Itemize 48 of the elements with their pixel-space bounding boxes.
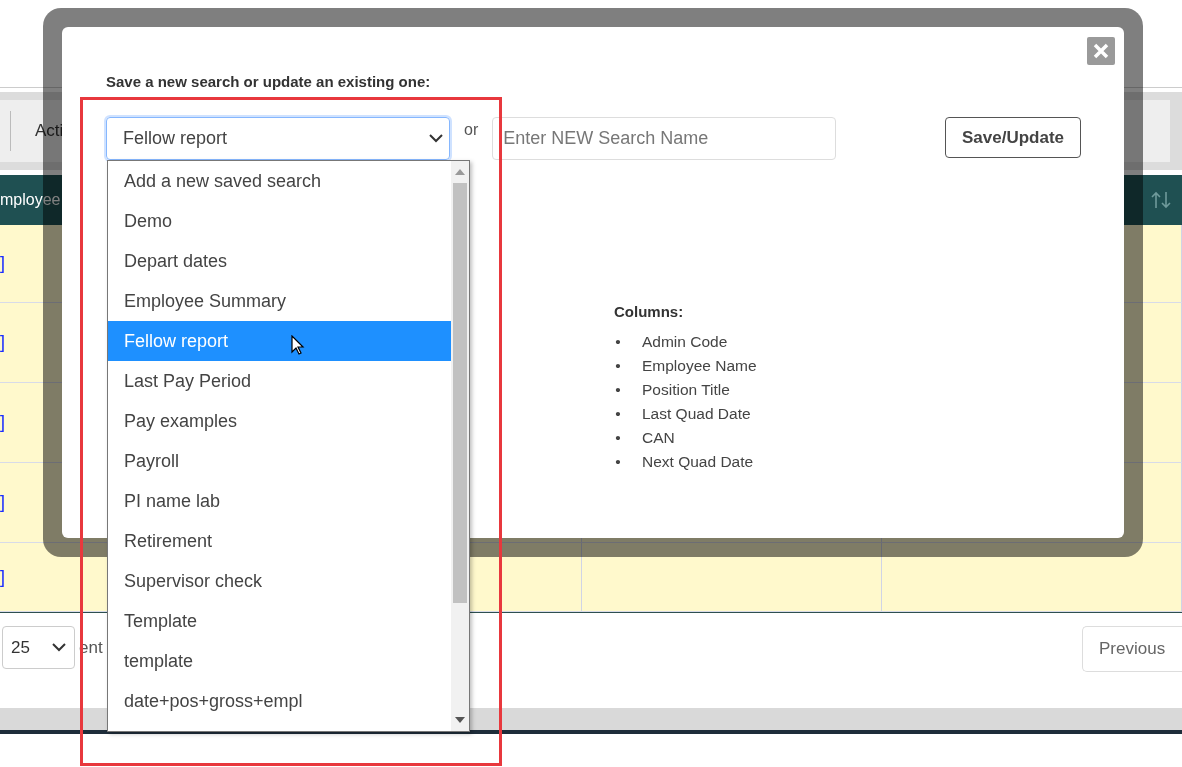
row-link[interactable]: ] [0,412,5,433]
column-header[interactable]: mployee [0,191,61,209]
scroll-down-icon[interactable] [455,717,465,723]
scrollbar[interactable] [451,161,469,731]
page-size-select[interactable]: 25 [2,626,75,669]
column-list-item: Employee Name [642,356,757,376]
saved-search-select[interactable]: Fellow report [106,117,450,160]
columns-heading: Columns: [614,303,685,320]
or-label: or [464,121,479,139]
close-button[interactable] [1087,37,1115,65]
search-name-field[interactable]: Enter NEW Search Name [492,117,837,160]
bullet-mark: • [614,452,622,472]
row-link[interactable]: ] [0,492,5,513]
column-list-item: Next Quad Date [642,452,754,472]
dropdown-option[interactable]: Supervisor check [108,561,451,601]
dropdown-option[interactable]: Last Pay Period [108,361,451,401]
dropdown-option[interactable]: Pay examples [108,401,451,441]
row-link[interactable]: ] [0,566,5,588]
close-icon [1093,43,1109,59]
bullet-mark: • [614,380,622,400]
dropdown-option[interactable]: Employee Summary [108,281,451,321]
scrollbar-thumb[interactable] [453,183,467,603]
row-link[interactable]: ] [0,332,5,353]
dropdown-option[interactable]: PI name lab [108,481,451,521]
dialog-prompt: Save a new search or update an existing one: [106,73,432,92]
chevron-down-icon [429,134,443,143]
row-link[interactable]: ] [0,253,5,274]
dropdown-option[interactable]: Retirement [108,521,451,561]
chevron-down-icon [52,643,66,652]
column-list-item: CAN [642,428,675,448]
dropdown-option[interactable]: Template [108,601,451,641]
bullet-mark: • [614,404,622,424]
bullet-mark: • [614,332,622,352]
dropdown-option[interactable]: date+pos+gross+empl [108,681,451,721]
previous-button[interactable]: Previous [1082,626,1182,672]
dropdown-option[interactable]: template [108,641,451,681]
save-update-button[interactable]: Save/Update [945,117,1081,158]
sort-icon[interactable] [1150,190,1172,210]
cursor-icon [291,335,305,355]
column-list-item: Admin Code [642,332,728,352]
bullet-mark: • [614,428,622,448]
dropdown-option[interactable]: Demo [108,201,451,241]
dropdown-option[interactable]: Payroll [108,441,451,481]
column-list-item: Position Title [642,380,730,400]
dropdown-option[interactable]: Add a new saved search [108,161,451,201]
column-list-item: Last Quad Date [642,404,751,424]
bullet-mark: • [614,356,622,376]
dropdown-option[interactable]: Depart dates [108,241,451,281]
